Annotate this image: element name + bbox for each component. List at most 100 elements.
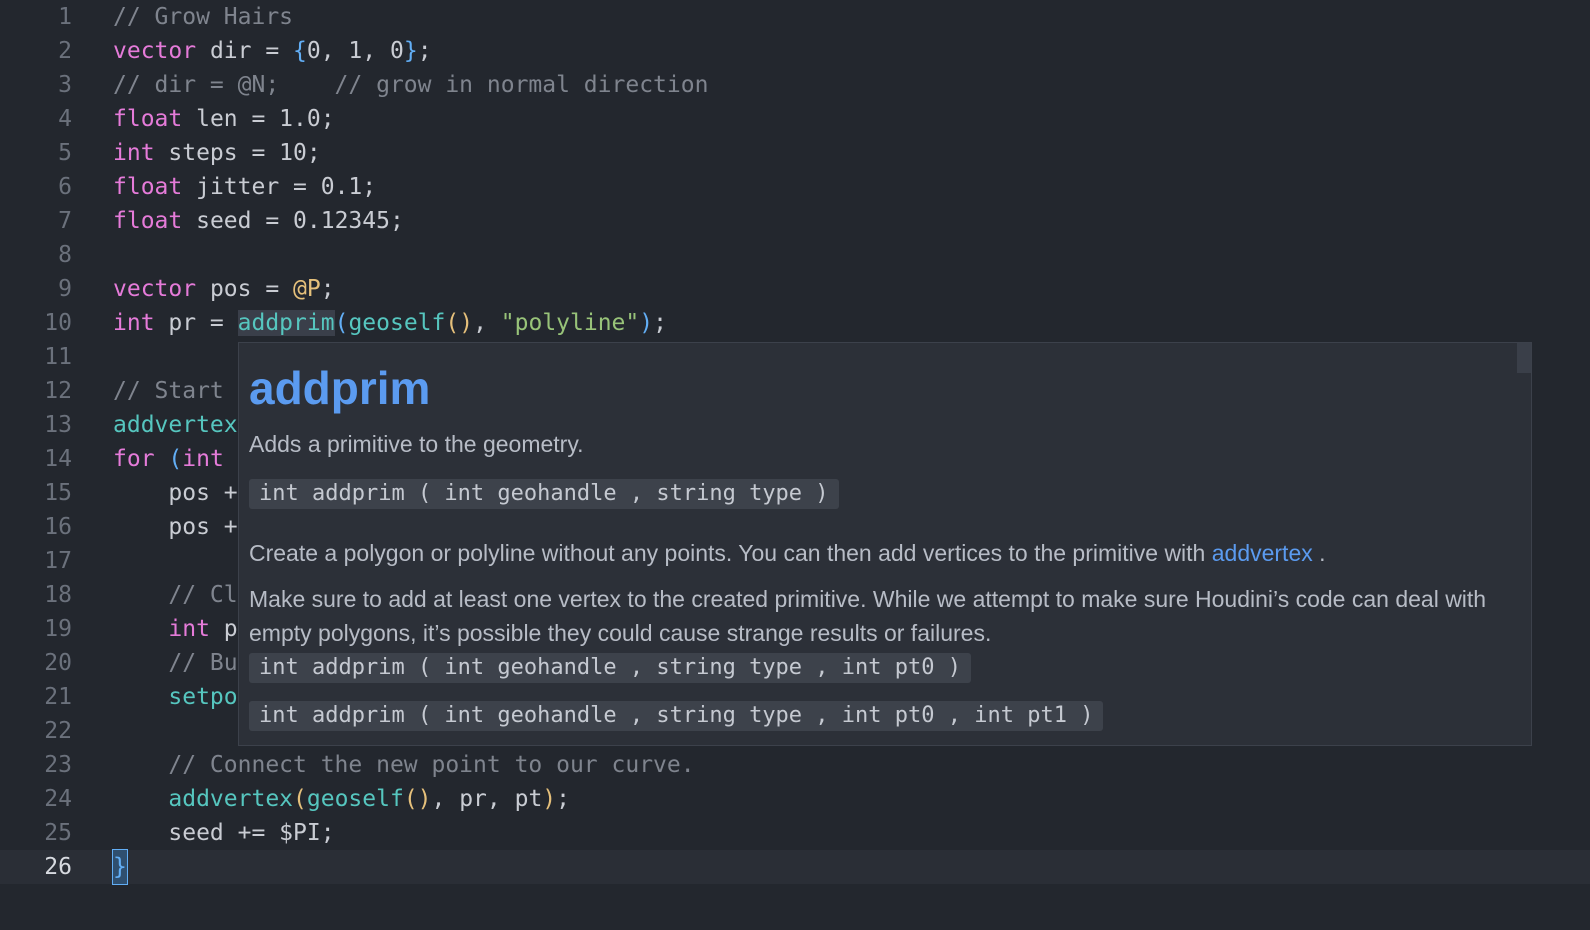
line-number: 17 (44, 548, 72, 574)
code-text[interactable]: pos + (113, 476, 238, 510)
line-number: 20 (44, 650, 72, 676)
code-token: len = 1.0; (182, 106, 335, 132)
code-token: float (113, 106, 183, 132)
code-token: int (113, 310, 155, 336)
code-line[interactable]: 6 float jitter = 0.1; (0, 170, 1590, 204)
code-editor[interactable]: 1 // Grow Hairs 2 vector dir = {0, 1, 0}; 3 /… (0, 0, 1590, 930)
code-line[interactable]: 23 // Connect the new point to our curve… (0, 748, 1590, 782)
tooltip-scrollbar[interactable] (1517, 343, 1531, 373)
code-text[interactable]: // Grow Hairs (113, 0, 293, 34)
code-token: int (168, 616, 210, 642)
code-line[interactable]: 25 seed += $PI; (0, 816, 1590, 850)
code-line[interactable]: 26} (0, 849, 1590, 885)
line-number: 25 (44, 820, 72, 846)
tooltip-title: addprim (249, 362, 431, 414)
line-number: 1 (58, 4, 72, 30)
code-text[interactable]: int steps = 10; (113, 136, 321, 170)
code-text[interactable]: // dir = @N; // grow in normal direction (113, 68, 708, 102)
tooltip-summary: Adds a primitive to the geometry. (249, 431, 584, 457)
code-text[interactable]: addvertex (113, 408, 238, 442)
code-text[interactable]: vector dir = {0, 1, 0}; (113, 34, 432, 68)
code-token: setpo (168, 684, 238, 710)
code-token: , (473, 310, 501, 336)
code-token: ; (653, 310, 667, 336)
code-token: vector (113, 276, 197, 302)
code-token: pos + (113, 480, 238, 506)
code-text[interactable]: // Connect the new point to our curve. (113, 748, 695, 782)
code-token: // Bu (113, 650, 238, 676)
line-number: 15 (44, 480, 72, 506)
code-text[interactable]: float seed = 0.12345; (113, 204, 404, 238)
code-text[interactable]: for (int (113, 442, 224, 476)
code-line[interactable]: 4 float len = 1.0; (0, 102, 1590, 136)
code-token: ( (334, 310, 349, 336)
line-number: 4 (58, 106, 72, 132)
code-token: , pr, pt (431, 786, 543, 812)
code-text[interactable]: // Bu (113, 646, 238, 680)
code-token: addvertex (168, 786, 294, 812)
code-line[interactable]: 5 int steps = 10; (0, 136, 1590, 170)
code-token: ; (320, 276, 335, 302)
code-text[interactable]: int p (113, 612, 238, 646)
addvertex-link[interactable]: addvertex (1212, 540, 1313, 566)
code-token: pr = (154, 310, 238, 336)
code-line[interactable]: 8 (0, 238, 1590, 272)
code-text[interactable]: } (112, 849, 128, 885)
code-token: ( (293, 786, 307, 812)
signature-1: int addprim ( int geohandle , string typ… (249, 479, 839, 509)
code-token: ; (556, 786, 571, 812)
code-line[interactable]: 7 float seed = 0.12345; (0, 204, 1590, 238)
line-number: 23 (44, 752, 72, 778)
code-text[interactable]: setpo (113, 680, 238, 714)
code-text[interactable]: float len = 1.0; (113, 102, 335, 136)
line-number: 2 (58, 38, 72, 64)
code-text[interactable]: vector pos = @P; (113, 272, 335, 306)
line-number: 10 (44, 310, 72, 336)
code-line[interactable]: 3 // dir = @N; // grow in normal directio… (0, 68, 1590, 102)
code-token: steps = 10; (154, 140, 321, 166)
code-line[interactable]: 9 vector pos = @P; (0, 272, 1590, 306)
code-token: addprim (237, 310, 335, 336)
code-token: // dir = @N; // grow in normal direction (113, 72, 709, 98)
code-token: } (112, 849, 128, 885)
line-number: 26 (44, 854, 72, 880)
code-token: @P (293, 276, 321, 302)
line-number: 7 (58, 208, 72, 234)
code-token: () (403, 786, 432, 812)
code-text[interactable]: int pr = addprim(geoself(), "polyline"); (113, 306, 667, 340)
line-number: 16 (44, 514, 72, 540)
code-token: ( (168, 446, 183, 472)
tooltip-paragraph-1: Create a polygon or polyline without any… (249, 536, 1519, 570)
code-token: seed += $PI; (113, 820, 335, 846)
hover-tooltip: addprim Adds a primitive to the geometry… (238, 342, 1532, 746)
line-number: 12 (44, 378, 72, 404)
code-text[interactable]: addvertex(geoself(), pr, pt); (113, 782, 570, 816)
code-line[interactable]: 1 // Grow Hairs (0, 0, 1590, 34)
signature-2: int addprim ( int geohandle , string typ… (249, 653, 971, 683)
code-line[interactable]: 10 int pr = addprim(geoself(), "polyline"… (0, 306, 1590, 340)
code-token: seed = 0.12345; (182, 208, 404, 234)
code-token: geoself (348, 310, 446, 336)
tooltip-paragraph-2: Make sure to add at least one vertex to … (249, 586, 1487, 646)
code-token: ) (542, 786, 557, 812)
code-token: float (113, 174, 183, 200)
code-token: vector (113, 38, 197, 64)
code-token: // Connect the new point to our curve. (113, 752, 695, 778)
code-line[interactable]: 24 addvertex(geoself(), pr, pt); (0, 782, 1590, 816)
code-text[interactable]: seed += $PI; (113, 816, 335, 850)
code-text[interactable]: // Cl (113, 578, 238, 612)
line-number: 3 (58, 72, 72, 98)
code-text[interactable]: float jitter = 0.1; (113, 170, 376, 204)
code-token: p (209, 616, 238, 642)
line-number: 24 (44, 786, 72, 812)
code-line[interactable]: 2 vector dir = {0, 1, 0}; (0, 34, 1590, 68)
code-text[interactable]: // Start (113, 374, 224, 408)
code-text[interactable]: pos + (113, 510, 237, 544)
code-token: 0, 1, 0 (306, 38, 404, 64)
code-token: pos = (196, 276, 294, 302)
code-token: // Cl (113, 582, 238, 608)
line-number: 21 (44, 684, 72, 710)
line-number: 18 (44, 582, 72, 608)
